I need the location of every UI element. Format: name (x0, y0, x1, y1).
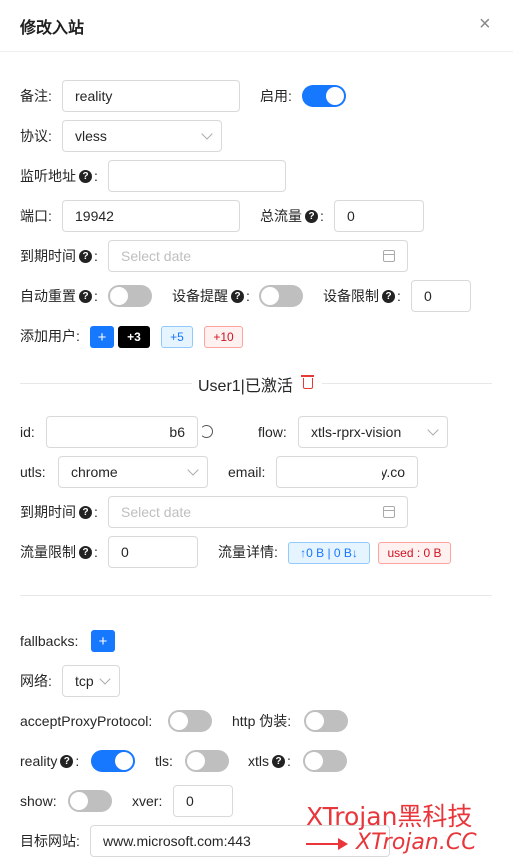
port-label: 端口: (20, 208, 52, 224)
add-user-button[interactable]: + (90, 326, 114, 348)
dialog-title: 修改入站 (20, 20, 85, 37)
add-3-users-button[interactable]: +3 (118, 326, 150, 348)
question-circle-icon[interactable]: ? (79, 249, 92, 263)
question-circle-icon[interactable]: ? (79, 289, 92, 303)
tls-toggle[interactable] (185, 750, 229, 772)
xtls-toggle[interactable] (303, 750, 347, 772)
reality-label: reality?: (20, 753, 80, 769)
question-circle-icon[interactable]: ? (305, 209, 318, 223)
flow-select[interactable]: xtls-rprx-vision (298, 416, 448, 448)
dialog-header: 修改入站 × (0, 0, 513, 52)
auto-reset-label: 自动重置?: (20, 288, 98, 304)
show-label: show: (20, 793, 57, 809)
user-expiry-date-picker[interactable]: Select date (108, 496, 408, 528)
enable-toggle[interactable] (302, 85, 346, 107)
section-divider-left (20, 383, 192, 384)
calendar-icon (383, 506, 395, 518)
question-circle-icon[interactable]: ? (60, 754, 74, 768)
watermark-url: XTrojan.CC (356, 830, 477, 855)
expiry-date-picker[interactable]: Select date (108, 240, 408, 272)
target-site-label: 目标网站: (20, 833, 80, 849)
utls-select[interactable]: chrome (58, 456, 208, 488)
refresh-icon[interactable] (200, 425, 213, 438)
traffic-used-badge: used : 0 B (378, 542, 451, 564)
device-alert-toggle[interactable] (259, 285, 303, 307)
xver-input[interactable]: 0 (173, 785, 233, 817)
network-label: 网络: (20, 673, 52, 689)
show-toggle[interactable] (68, 790, 112, 812)
port-input[interactable]: 19942 (62, 200, 240, 232)
device-limit-input[interactable]: 0 (411, 280, 471, 312)
traffic-updown-badge: ↑0 B | 0 B↓ (288, 542, 370, 564)
remark-input[interactable]: reality (62, 80, 240, 112)
enable-label: 启用: (260, 88, 292, 104)
accept-proxy-label: acceptProxyProtocol: (20, 713, 153, 729)
network-select[interactable]: tcp (62, 665, 120, 697)
chevron-down-icon (201, 128, 213, 140)
traffic-limit-input[interactable]: 0 (108, 536, 198, 568)
device-alert-label: 设备提醒?: (172, 288, 250, 304)
calendar-icon (383, 250, 395, 262)
email-redaction (280, 459, 382, 485)
add-5-users-button[interactable]: +5 (161, 326, 193, 348)
chevron-down-icon (187, 464, 199, 476)
fallbacks-label: fallbacks: (20, 633, 79, 649)
chevron-down-icon (99, 673, 111, 685)
xver-label: xver: (132, 793, 163, 809)
question-circle-icon[interactable]: ? (79, 545, 92, 559)
device-limit-label: 设备限制?: (323, 288, 401, 304)
total-label: 总流量?: (260, 208, 324, 224)
protocol-select[interactable]: vless (62, 120, 222, 152)
trash-icon[interactable] (301, 375, 314, 389)
user-expiry-label: 到期时间?: (20, 504, 98, 520)
chevron-down-icon (427, 424, 439, 436)
tls-label: tls: (155, 753, 173, 769)
xtls-label: xtls?: (248, 753, 291, 769)
expiry-label: 到期时间?: (20, 248, 98, 264)
id-label: id: (20, 424, 35, 440)
question-circle-icon[interactable]: ? (79, 505, 92, 519)
protocol-label: 协议: (20, 128, 52, 144)
section-divider-right (322, 383, 492, 384)
question-circle-icon[interactable]: ? (272, 754, 285, 768)
traffic-limit-label: 流量限制?: (20, 544, 98, 560)
watermark-text: XTrojan黑科技 (306, 802, 473, 831)
total-input[interactable]: 0 (334, 200, 424, 232)
traffic-detail-label: 流量详情: (218, 544, 278, 560)
http-fake-toggle[interactable] (304, 710, 348, 732)
section-divider (20, 595, 492, 596)
user-section-title: User1|已激活 (198, 378, 293, 395)
auto-reset-toggle[interactable] (108, 285, 152, 307)
add-fallback-button[interactable]: + (91, 630, 115, 652)
add-user-label: 添加用户: (20, 328, 80, 344)
close-icon[interactable]: × (479, 14, 491, 34)
question-circle-icon[interactable]: ? (231, 289, 244, 303)
remark-label: 备注: (20, 88, 52, 104)
listen-input[interactable] (108, 160, 286, 192)
http-fake-label: http 伪装: (232, 713, 292, 729)
reality-toggle[interactable] (91, 750, 135, 772)
question-circle-icon[interactable]: ? (382, 289, 395, 303)
accept-proxy-toggle[interactable] (168, 710, 212, 732)
id-redaction (58, 419, 170, 445)
watermark-arrow-icon (306, 838, 348, 850)
question-circle-icon[interactable]: ? (79, 169, 92, 183)
listen-label: 监听地址?: (20, 168, 98, 184)
flow-label: flow: (258, 424, 287, 440)
add-10-users-button[interactable]: +10 (204, 326, 243, 348)
utls-label: utls: (20, 464, 46, 480)
email-label: email: (228, 464, 266, 480)
